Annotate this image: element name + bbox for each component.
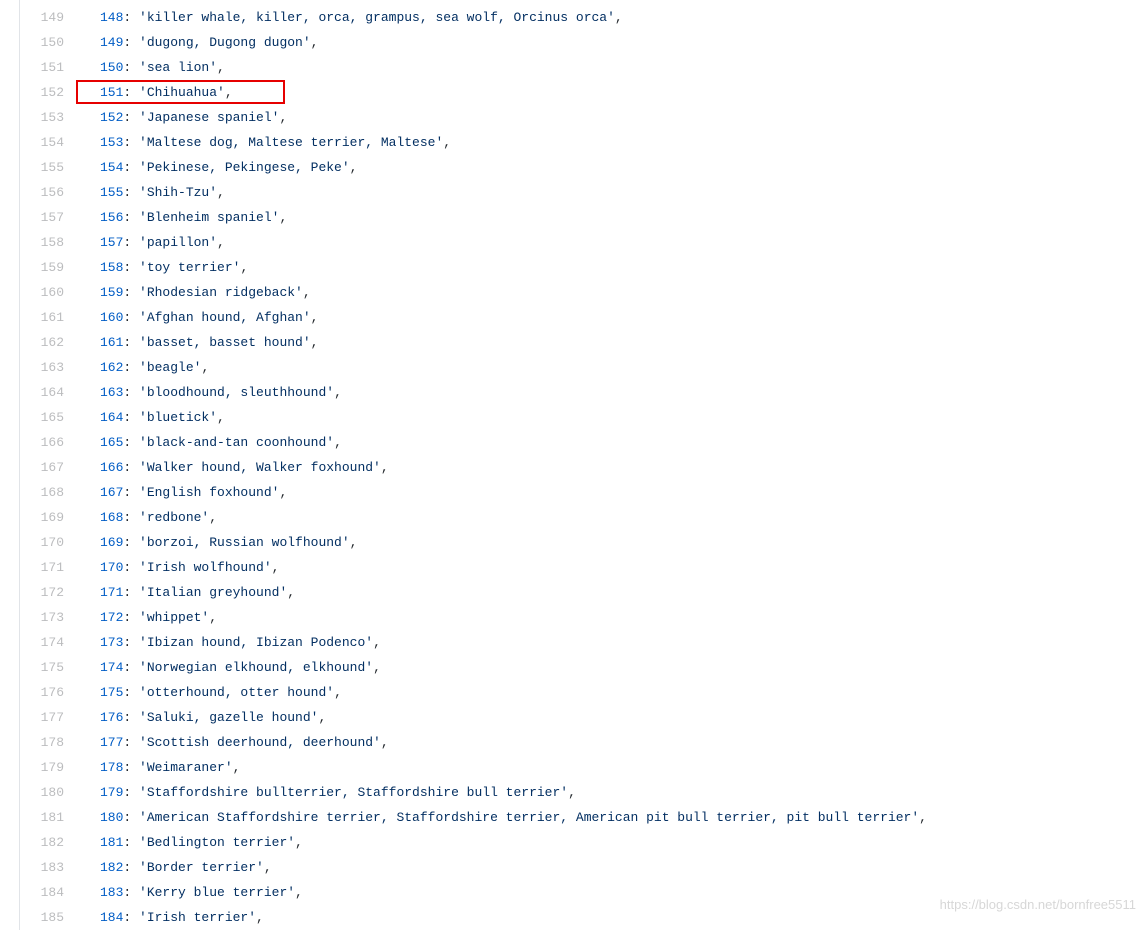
line-number: 176 — [20, 680, 64, 705]
code-line[interactable]: 149: 'dugong, Dugong dugon', — [100, 30, 1136, 55]
code-line[interactable]: 169: 'borzoi, Russian wolfhound', — [100, 530, 1136, 555]
code-line[interactable]: 182: 'Border terrier', — [100, 855, 1136, 880]
code-line[interactable]: 157: 'papillon', — [100, 230, 1136, 255]
line-number: 164 — [20, 380, 64, 405]
line-number: 183 — [20, 855, 64, 880]
code-content[interactable]: 148: 'killer whale, killer, orca, grampu… — [76, 0, 1136, 930]
code-line[interactable]: 171: 'Italian greyhound', — [100, 580, 1136, 605]
line-number: 171 — [20, 555, 64, 580]
code-line[interactable]: 176: 'Saluki, gazelle hound', — [100, 705, 1136, 730]
line-number: 160 — [20, 280, 64, 305]
line-number: 149 — [20, 5, 64, 30]
line-number: 168 — [20, 480, 64, 505]
line-number: 182 — [20, 830, 64, 855]
code-line[interactable]: 175: 'otterhound, otter hound', — [100, 680, 1136, 705]
line-number: 169 — [20, 505, 64, 530]
code-line[interactable]: 174: 'Norwegian elkhound, elkhound', — [100, 655, 1136, 680]
code-line[interactable]: 158: 'toy terrier', — [100, 255, 1136, 280]
line-number: 174 — [20, 630, 64, 655]
line-number: 181 — [20, 805, 64, 830]
line-number-gutter: 1491501511521531541551561571581591601611… — [20, 0, 76, 930]
code-line[interactable]: 173: 'Ibizan hound, Ibizan Podenco', — [100, 630, 1136, 655]
line-number: 158 — [20, 230, 64, 255]
line-number: 178 — [20, 730, 64, 755]
code-line[interactable]: 167: 'English foxhound', — [100, 480, 1136, 505]
line-number: 173 — [20, 605, 64, 630]
line-number: 167 — [20, 455, 64, 480]
line-number: 150 — [20, 30, 64, 55]
line-number: 163 — [20, 355, 64, 380]
code-line[interactable]: 161: 'basset, basset hound', — [100, 330, 1136, 355]
code-line[interactable]: 156: 'Blenheim spaniel', — [100, 205, 1136, 230]
line-number: 156 — [20, 180, 64, 205]
code-line[interactable]: 178: 'Weimaraner', — [100, 755, 1136, 780]
line-number: 159 — [20, 255, 64, 280]
code-line[interactable]: 163: 'bloodhound, sleuthhound', — [100, 380, 1136, 405]
code-line[interactable]: 148: 'killer whale, killer, orca, grampu… — [100, 5, 1136, 30]
line-number: 177 — [20, 705, 64, 730]
line-number: 162 — [20, 330, 64, 355]
line-number: 152 — [20, 80, 64, 105]
code-line[interactable]: 166: 'Walker hound, Walker foxhound', — [100, 455, 1136, 480]
code-line[interactable]: 152: 'Japanese spaniel', — [100, 105, 1136, 130]
line-number: 157 — [20, 205, 64, 230]
line-number: 154 — [20, 130, 64, 155]
code-line[interactable]: 168: 'redbone', — [100, 505, 1136, 530]
line-number: 184 — [20, 880, 64, 905]
code-line[interactable]: 153: 'Maltese dog, Maltese terrier, Malt… — [100, 130, 1136, 155]
line-number: 170 — [20, 530, 64, 555]
line-number: 161 — [20, 305, 64, 330]
watermark-text: https://blog.csdn.net/bornfree5511 — [940, 897, 1136, 912]
code-line[interactable]: 150: 'sea lion', — [100, 55, 1136, 80]
code-line[interactable]: 151: 'Chihuahua', — [100, 80, 1136, 105]
line-number: 151 — [20, 55, 64, 80]
code-line[interactable]: 181: 'Bedlington terrier', — [100, 830, 1136, 855]
code-line[interactable]: 177: 'Scottish deerhound, deerhound', — [100, 730, 1136, 755]
line-number: 165 — [20, 405, 64, 430]
code-line[interactable]: 165: 'black-and-tan coonhound', — [100, 430, 1136, 455]
code-line[interactable]: 170: 'Irish wolfhound', — [100, 555, 1136, 580]
code-line[interactable]: 154: 'Pekinese, Pekingese, Peke', — [100, 155, 1136, 180]
left-margin-stripe — [0, 0, 20, 930]
line-number: 166 — [20, 430, 64, 455]
line-number: 185 — [20, 905, 64, 930]
code-line[interactable]: 155: 'Shih-Tzu', — [100, 180, 1136, 205]
line-number: 175 — [20, 655, 64, 680]
code-line[interactable]: 162: 'beagle', — [100, 355, 1136, 380]
code-view: 1491501511521531541551561571581591601611… — [0, 0, 1136, 930]
code-line[interactable]: 160: 'Afghan hound, Afghan', — [100, 305, 1136, 330]
code-line[interactable]: 172: 'whippet', — [100, 605, 1136, 630]
code-line[interactable]: 164: 'bluetick', — [100, 405, 1136, 430]
code-line[interactable]: 180: 'American Staffordshire terrier, St… — [100, 805, 1136, 830]
line-number: 179 — [20, 755, 64, 780]
code-line[interactable]: 179: 'Staffordshire bullterrier, Staffor… — [100, 780, 1136, 805]
code-line[interactable]: 159: 'Rhodesian ridgeback', — [100, 280, 1136, 305]
line-number: 180 — [20, 780, 64, 805]
line-number: 153 — [20, 105, 64, 130]
line-number: 155 — [20, 155, 64, 180]
line-number: 172 — [20, 580, 64, 605]
